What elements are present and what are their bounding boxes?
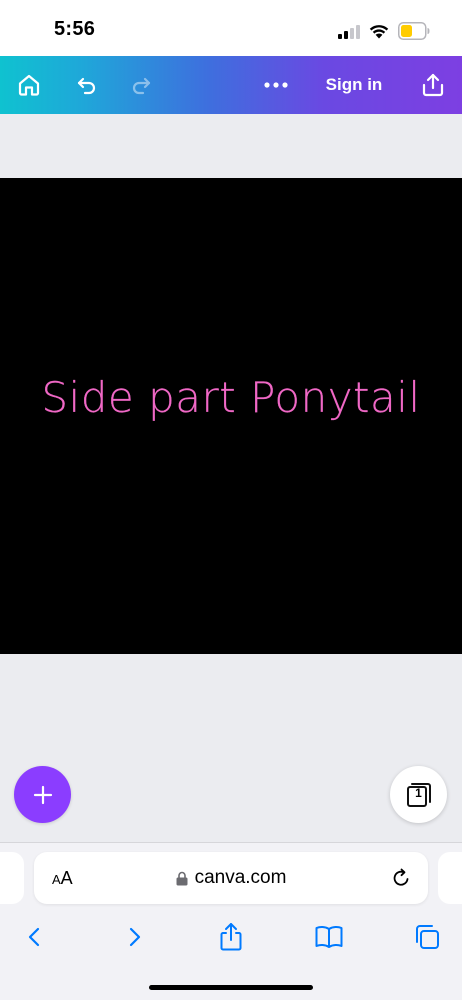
url-display[interactable]: canva.com	[34, 852, 428, 904]
previous-tab-peek[interactable]	[0, 852, 24, 904]
status-time: 5:56	[54, 18, 96, 40]
add-element-button[interactable]	[14, 766, 71, 823]
status-bar: 5:56	[0, 0, 462, 56]
book-icon	[315, 925, 343, 948]
share-design-button[interactable]	[412, 56, 454, 114]
share-icon	[422, 73, 444, 97]
pages-button[interactable]: 1	[390, 766, 447, 823]
lock-icon	[176, 871, 188, 885]
reload-icon[interactable]	[390, 867, 412, 889]
share-page-button[interactable]	[211, 917, 251, 957]
plus-icon	[33, 785, 52, 804]
home-indicator	[149, 985, 313, 990]
wifi-icon	[369, 25, 389, 39]
tabs-icon	[416, 925, 439, 949]
redo-icon	[132, 77, 151, 95]
redo-button[interactable]	[120, 56, 162, 114]
editor-toolbar: Sign in	[0, 56, 462, 114]
tabs-button[interactable]	[407, 917, 447, 957]
home-button[interactable]	[8, 56, 50, 114]
bookmarks-button[interactable]	[309, 917, 349, 957]
more-options-button[interactable]	[256, 56, 296, 114]
home-icon	[18, 74, 40, 96]
undo-button[interactable]	[66, 56, 108, 114]
share-icon	[220, 923, 242, 951]
battery-low-icon	[398, 22, 430, 40]
canvas-text[interactable]: Side part Ponytail	[0, 373, 462, 422]
cellular-signal-icon	[338, 25, 360, 39]
back-button[interactable]	[15, 917, 55, 957]
browser-nav-row	[0, 917, 462, 957]
chevron-left-icon	[28, 927, 40, 947]
editor-workspace: Side part Ponytail 1	[0, 114, 462, 842]
address-bar[interactable]: AA canva.com	[34, 852, 428, 904]
undo-icon	[77, 77, 96, 95]
page-count: 1	[415, 786, 422, 800]
next-tab-peek[interactable]	[438, 852, 462, 904]
sign-in-button[interactable]: Sign in	[318, 56, 390, 114]
forward-button[interactable]	[114, 917, 154, 957]
chevron-right-icon	[129, 927, 141, 947]
url-text: canva.com	[194, 867, 287, 888]
more-horizontal-icon	[264, 82, 288, 88]
design-canvas[interactable]: Side part Ponytail	[0, 178, 462, 654]
browser-toolbar: AA canva.com	[0, 842, 462, 1000]
